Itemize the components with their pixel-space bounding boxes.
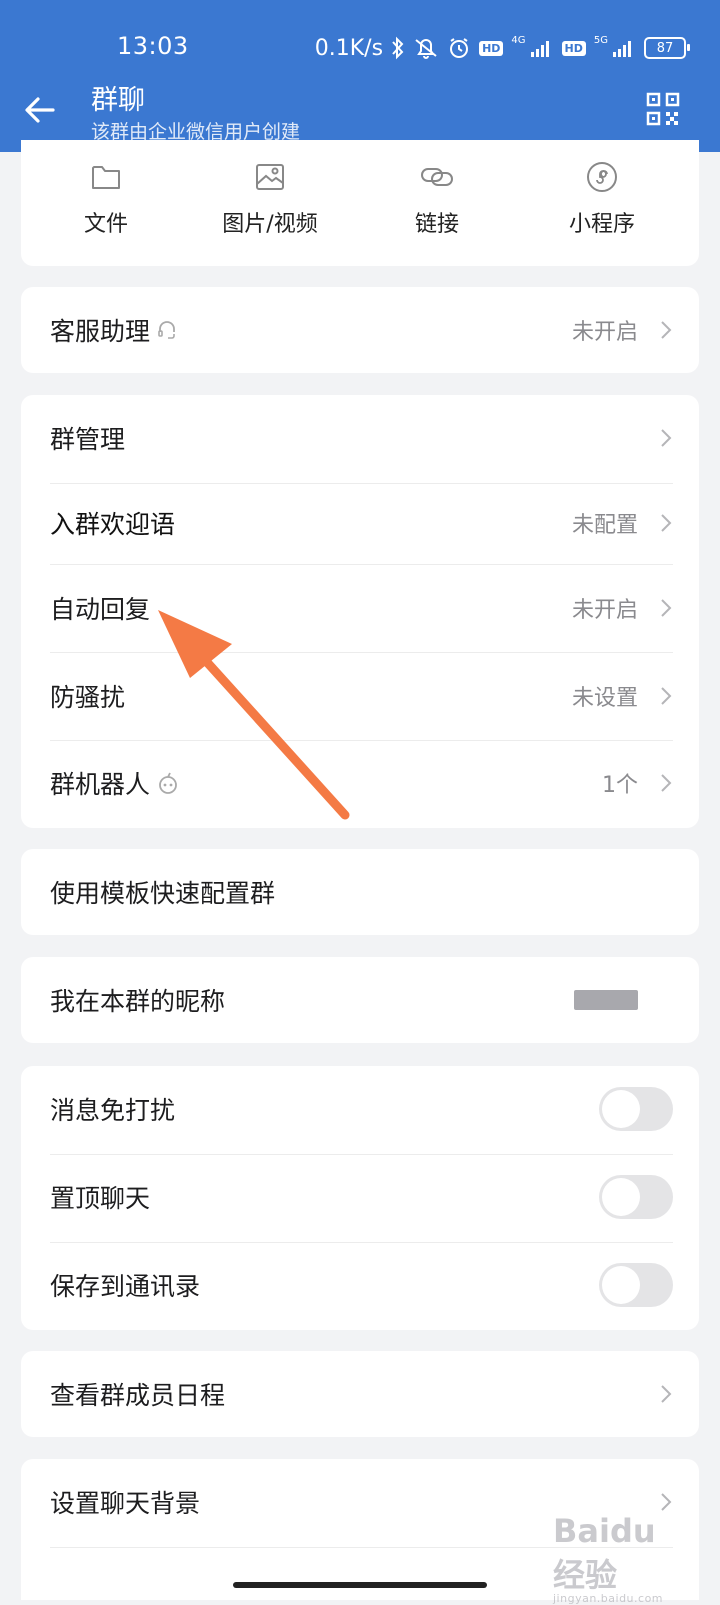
status-bar: 13:03 0.1K/s HD 4G HD 5G 87 <box>0 28 720 70</box>
customer-service-text: 客服助理 <box>50 317 151 346</box>
qr-code-icon <box>646 92 680 126</box>
anti-harassment-label: 防骚扰 <box>50 683 126 712</box>
template-config-card: 使用模板快速配置群 <box>21 849 699 935</box>
customer-service-label: 客服助理 <box>50 312 178 348</box>
watermark-logo: Baidu经验 jingyan.baidu.com <box>553 1512 683 1605</box>
status-time: 13:03 <box>117 32 189 60</box>
hd-badge: HD <box>479 40 504 56</box>
back-button[interactable] <box>20 90 60 130</box>
tab-files-label: 文件 <box>83 212 128 237</box>
save-to-contacts-row: 保存到通讯录 <box>21 1242 699 1328</box>
hd-badge-2: HD <box>561 40 586 56</box>
do-not-disturb-toggle[interactable] <box>599 1087 673 1131</box>
group-settings-card: 群管理 入群欢迎语 未配置 自动回复 未开启 防骚扰 未设置 群机器人 1个 <box>21 395 699 828</box>
member-schedule-label: 查看群成员日程 <box>50 1381 226 1410</box>
customer-service-value: 未开启 <box>571 320 638 345</box>
anti-harassment-row[interactable]: 防骚扰 未设置 <box>21 653 699 739</box>
image-icon <box>256 164 284 190</box>
link-icon <box>421 168 453 186</box>
tab-links-label: 链接 <box>414 212 459 237</box>
group-robot-text: 群机器人 <box>50 770 151 799</box>
member-schedule-row[interactable]: 查看群成员日程 <box>21 1351 699 1437</box>
media-tabs-card: 文件 图片/视频 链接 小程序 <box>21 140 699 266</box>
tab-mini-programs-label: 小程序 <box>568 212 635 237</box>
home-indicator[interactable] <box>233 1582 487 1588</box>
battery-icon: 87 <box>644 37 690 59</box>
signal-icon <box>530 38 554 58</box>
nickname-card: 我在本群的昵称 <box>21 957 699 1043</box>
pin-chat-label: 置顶聊天 <box>50 1184 151 1213</box>
customer-service-row[interactable]: 客服助理 未开启 <box>21 287 699 373</box>
chevron-right-icon <box>661 687 672 705</box>
template-config-row[interactable]: 使用模板快速配置群 <box>21 849 699 935</box>
group-robot-row[interactable]: 群机器人 1个 <box>21 740 699 826</box>
toggle-knob <box>602 1090 640 1128</box>
mini-program-icon <box>587 162 617 192</box>
bell-off-icon <box>413 36 439 60</box>
template-config-label: 使用模板快速配置群 <box>50 879 276 908</box>
qr-code-button[interactable] <box>646 92 680 126</box>
toggle-knob <box>602 1178 640 1216</box>
tab-links[interactable]: 链接 <box>352 160 522 250</box>
customer-service-card: 客服助理 未开启 <box>21 287 699 373</box>
tab-images-videos-label: 图片/视频 <box>222 212 318 237</box>
welcome-message-value: 未配置 <box>571 513 638 538</box>
do-not-disturb-row: 消息免打扰 <box>21 1066 699 1152</box>
nickname-row[interactable]: 我在本群的昵称 <box>21 957 699 1043</box>
folder-icon <box>92 166 120 189</box>
auto-reply-label: 自动回复 <box>50 595 151 624</box>
net-speed: 0.1K/s <box>314 35 384 61</box>
member-schedule-card: 查看群成员日程 <box>21 1351 699 1437</box>
group-robot-value: 1个 <box>602 773 638 798</box>
tab-mini-programs[interactable]: 小程序 <box>517 160 687 250</box>
chevron-right-icon <box>661 774 672 792</box>
chevron-right-icon <box>661 429 672 447</box>
signal-icon-2 <box>612 38 636 58</box>
nickname-label: 我在本群的昵称 <box>50 987 226 1016</box>
chevron-right-icon <box>661 514 672 532</box>
toggle-knob <box>602 1266 640 1304</box>
network-4g-label: 4G <box>511 34 526 46</box>
group-robot-label: 群机器人 <box>50 765 180 801</box>
nickname-value-redacted <box>574 990 638 1010</box>
auto-reply-row[interactable]: 自动回复 未开启 <box>21 565 699 651</box>
headset-icon <box>158 321 175 339</box>
bluetooth-icon <box>391 36 405 60</box>
tab-images-videos[interactable]: 图片/视频 <box>185 160 355 250</box>
auto-reply-value: 未开启 <box>571 598 638 623</box>
welcome-message-row[interactable]: 入群欢迎语 未配置 <box>21 480 699 566</box>
tab-files[interactable]: 文件 <box>21 160 191 250</box>
robot-icon <box>159 772 177 794</box>
group-management-row[interactable]: 群管理 <box>21 395 699 481</box>
welcome-message-label: 入群欢迎语 <box>50 510 176 539</box>
save-to-contacts-toggle[interactable] <box>599 1263 673 1307</box>
status-icons: 0.1K/s HD 4G HD 5G 87 <box>314 30 690 66</box>
chevron-right-icon <box>661 321 672 339</box>
group-management-label: 群管理 <box>50 425 126 454</box>
top-bar: 13:03 0.1K/s HD 4G HD 5G 87 群聊 该群由企业微信用户… <box>0 0 720 152</box>
chevron-right-icon <box>661 1493 672 1511</box>
battery-level: 87 <box>656 40 674 56</box>
chevron-right-icon <box>661 599 672 617</box>
alarm-icon <box>447 36 471 60</box>
toggles-card: 消息免打扰 置顶聊天 保存到通讯录 <box>21 1066 699 1330</box>
chevron-right-icon <box>661 1385 672 1403</box>
chat-background-label: 设置聊天背景 <box>50 1489 201 1518</box>
network-5g-label: 5G <box>593 34 608 46</box>
anti-harassment-value: 未设置 <box>571 686 638 711</box>
pin-chat-row: 置顶聊天 <box>21 1154 699 1240</box>
pin-chat-toggle[interactable] <box>599 1175 673 1219</box>
watermark-brand: Baidu经验 <box>553 1512 656 1594</box>
arrow-left-icon <box>25 97 55 123</box>
page-title: 群聊 <box>91 85 145 116</box>
do-not-disturb-label: 消息免打扰 <box>50 1096 176 1125</box>
save-to-contacts-label: 保存到通讯录 <box>50 1272 201 1301</box>
watermark-url: jingyan.baidu.com <box>553 1592 664 1605</box>
